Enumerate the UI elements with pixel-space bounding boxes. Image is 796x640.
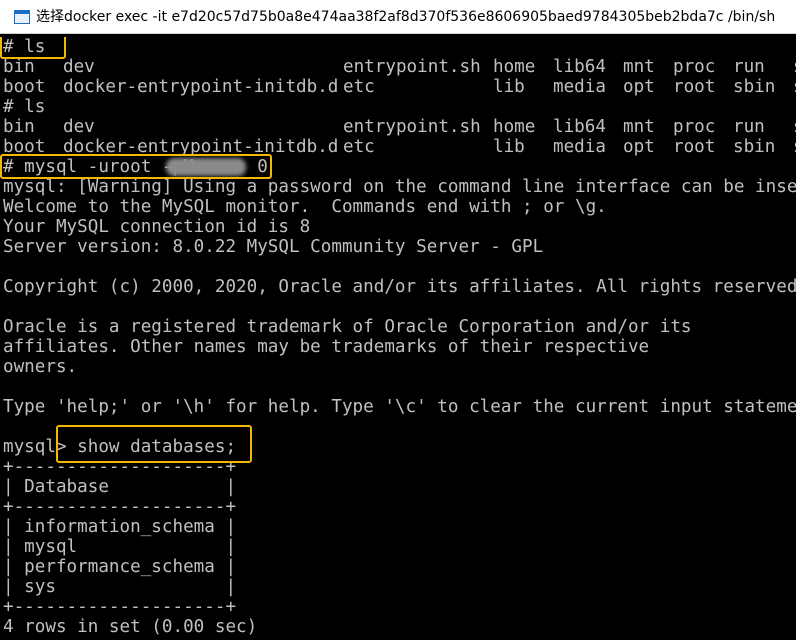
server-version-line: Server version: 8.0.22 MySQL Community S…: [3, 237, 544, 257]
command-ls: # ls: [3, 97, 46, 117]
mysql-warning: mysql: [Warning] Using a password on the…: [3, 177, 796, 197]
table-border: +--------------------+: [3, 497, 237, 517]
ls-entry: proc: [673, 57, 716, 77]
trademark-line: owners.: [3, 357, 78, 377]
table-row: | sys |: [3, 577, 237, 597]
ls-entry: home: [493, 57, 536, 77]
console-window-icon: [14, 10, 30, 24]
ls-entry: opt: [623, 77, 655, 97]
highlight-box: [56, 425, 252, 463]
highlight-box: [0, 37, 66, 59]
ls-entry: mnt: [623, 57, 655, 77]
highlight-box: [0, 154, 272, 179]
ls-entry: proc: [673, 117, 716, 137]
ls-entry: mnt: [623, 117, 655, 137]
welcome-line: Welcome to the MySQL monitor. Commands e…: [3, 197, 607, 217]
table-border: +--------------------+: [3, 597, 237, 617]
help-line: Type 'help;' or '\h' for help. Type '\c'…: [3, 397, 796, 417]
ls-entry: etc: [343, 77, 375, 97]
connection-id-line: Your MySQL connection id is 8: [3, 217, 311, 237]
copyright-line: Copyright (c) 2000, 2020, Oracle and/or …: [3, 277, 796, 297]
ls-entry: media: [553, 77, 606, 97]
ls-entry: sbin: [733, 77, 776, 97]
ls-output-row: boot docker-entrypoint-initdb.d etc lib …: [3, 77, 796, 97]
window-title: 选择docker exec -it e7d20c57d75b0a8e474aa3…: [36, 9, 776, 25]
ls-entry: lib64: [553, 57, 606, 77]
ls-entry: boot: [3, 77, 46, 97]
table-row: | information_schema |: [3, 517, 237, 537]
table-row: | performance_schema |: [3, 557, 237, 577]
ls-entry: entrypoint.sh: [343, 117, 481, 137]
ls-entry: bin: [3, 57, 35, 77]
terminal-output[interactable]: # ls bin dev entrypoint.sh home lib64 mn…: [0, 37, 796, 640]
window-title-bar[interactable]: 选择docker exec -it e7d20c57d75b0a8e474aa3…: [0, 0, 796, 34]
ls-entry: home: [493, 117, 536, 137]
table-row: | mysql |: [3, 537, 237, 557]
ls-entry: lib: [493, 137, 525, 157]
ls-entry: root: [673, 137, 716, 157]
ls-entry: sbin: [733, 137, 776, 157]
ls-entry: lib64: [553, 117, 606, 137]
ls-entry: docker-entrypoint-initdb.d: [63, 77, 339, 97]
table-header: | Database |: [3, 477, 237, 497]
ls-entry: run: [733, 57, 765, 77]
ls-entry: run: [733, 117, 765, 137]
trademark-line: affiliates. Other names may be trademark…: [3, 337, 650, 357]
ls-output-row: bin dev entrypoint.sh home lib64 mnt pro…: [3, 117, 796, 137]
ls-entry: etc: [343, 137, 375, 157]
result-line: 4 rows in set (0.00 sec): [3, 617, 258, 637]
ls-entry: root: [673, 77, 716, 97]
ls-entry: dev: [63, 57, 95, 77]
ls-entry: opt: [623, 137, 655, 157]
ls-entry: entrypoint.sh: [343, 57, 481, 77]
ls-entry: dev: [63, 117, 95, 137]
ls-entry: bin: [3, 117, 35, 137]
ls-output-row: bin dev entrypoint.sh home lib64 mnt pro…: [3, 57, 796, 77]
ls-entry: lib: [493, 77, 525, 97]
trademark-line: Oracle is a registered trademark of Orac…: [3, 317, 692, 337]
ls-entry: media: [553, 137, 606, 157]
